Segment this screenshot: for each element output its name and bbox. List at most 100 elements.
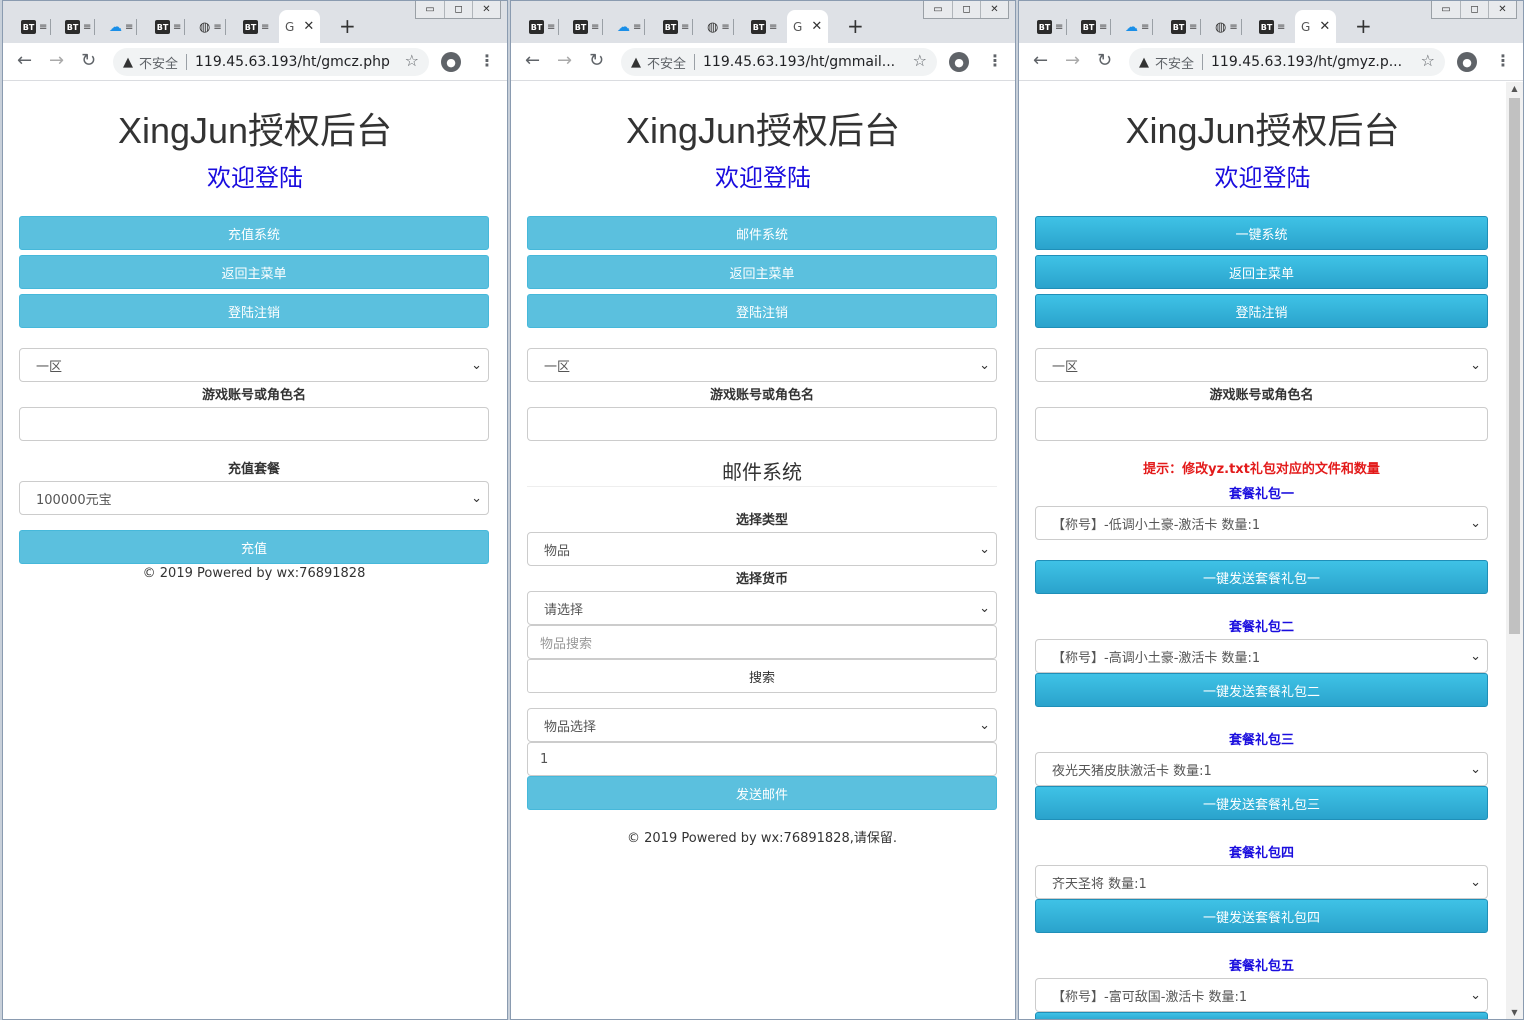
menu-icon[interactable]: ⋮ xyxy=(479,51,495,70)
tab-active[interactable]: G ✕ xyxy=(787,10,829,43)
maximize-icon[interactable]: ◻ xyxy=(444,1,472,18)
minimize-icon[interactable]: ▭ xyxy=(1432,1,1460,18)
server-select[interactable]: 一区 ⌄ xyxy=(19,348,489,382)
currency-select[interactable]: 请选择 ⌄ xyxy=(527,591,997,625)
send-mail-button[interactable]: 发送邮件 xyxy=(527,776,997,810)
menu-icon[interactable]: ⋮ xyxy=(987,51,1003,70)
recharge-button[interactable]: 充值 xyxy=(19,530,489,564)
quantity-input[interactable]: 1 xyxy=(527,742,997,776)
tab-bt-4[interactable]: BT ≡ xyxy=(751,15,777,39)
pack-select-5[interactable]: 【称号】-富可敌国-激活卡 数量:1 ⌄ xyxy=(1035,978,1488,1012)
logout-button[interactable]: 登陆注销 xyxy=(1035,294,1488,328)
tab-bt-1[interactable]: BT ≡ xyxy=(529,15,560,39)
close-icon[interactable]: ✕ xyxy=(1319,19,1330,34)
tab-active[interactable]: G ✕ xyxy=(1295,10,1337,43)
tab-globe[interactable]: ◍ ≡ xyxy=(1215,15,1242,39)
one-click-system-button[interactable]: 一键系统 xyxy=(1035,216,1488,250)
tab-cloud[interactable]: ☁ ≡ xyxy=(617,15,646,39)
scrollbar-thumb[interactable] xyxy=(1509,98,1520,634)
type-select[interactable]: 物品 ⌄ xyxy=(527,532,997,566)
window-close-icon[interactable]: ✕ xyxy=(980,1,1008,18)
new-tab-button[interactable]: + xyxy=(847,14,864,38)
reload-icon[interactable]: ↻ xyxy=(81,51,96,71)
forward-icon[interactable]: → xyxy=(49,51,64,71)
mail-system-button[interactable]: 邮件系统 xyxy=(527,216,997,250)
tab-bt-3[interactable]: BT ≡ xyxy=(663,15,694,39)
address-bar[interactable]: ▲ 不安全 119.45.63.193/ht/gmcz.php ☆ xyxy=(113,48,429,76)
back-icon[interactable]: ← xyxy=(1033,51,1048,71)
send-pack-1-button[interactable]: 一键发送套餐礼包一 xyxy=(1035,560,1488,594)
tab-bt-4[interactable]: BT ≡ xyxy=(243,15,269,39)
scroll-up-icon[interactable]: ▲ xyxy=(1506,84,1523,93)
profile-avatar[interactable]: ● xyxy=(1457,52,1477,72)
close-icon[interactable]: ✕ xyxy=(811,19,822,34)
back-icon[interactable]: ← xyxy=(17,51,32,71)
reload-icon[interactable]: ↻ xyxy=(1097,51,1112,71)
back-icon[interactable]: ← xyxy=(525,51,540,71)
scrollbar[interactable]: ▲ ▼ xyxy=(1506,82,1523,1019)
star-icon[interactable]: ☆ xyxy=(1421,51,1435,70)
profile-avatar[interactable]: ● xyxy=(441,52,461,72)
back-menu-button[interactable]: 返回主菜单 xyxy=(1035,255,1488,289)
url-text[interactable]: 119.45.63.193/ht/gmyz.p... xyxy=(1211,54,1402,70)
close-icon[interactable]: ✕ xyxy=(303,19,314,34)
minimize-icon[interactable]: ▭ xyxy=(924,1,952,18)
tab-globe[interactable]: ◍ ≡ xyxy=(199,15,226,39)
recharge-system-button[interactable]: 充值系统 xyxy=(19,216,489,250)
logout-button[interactable]: 登陆注销 xyxy=(527,294,997,328)
url-text[interactable]: 119.45.63.193/ht/gmcz.php xyxy=(195,54,390,70)
pack-select-4[interactable]: 齐天圣将 数量:1 ⌄ xyxy=(1035,865,1488,899)
send-pack-4-button[interactable]: 一键发送套餐礼包四 xyxy=(1035,899,1488,933)
send-pack-2-button[interactable]: 一键发送套餐礼包二 xyxy=(1035,673,1488,707)
profile-avatar[interactable]: ● xyxy=(949,52,969,72)
tab-bt-3[interactable]: BT ≡ xyxy=(1171,15,1202,39)
tab-bt-2[interactable]: BT ≡ xyxy=(573,15,604,39)
pack-select-2[interactable]: 【称号】-高调小土豪-激活卡 数量:1 ⌄ xyxy=(1035,639,1488,673)
minimize-icon[interactable]: ▭ xyxy=(416,1,444,18)
new-tab-button[interactable]: + xyxy=(1355,14,1372,38)
tab-cloud[interactable]: ☁ ≡ xyxy=(109,15,138,39)
account-input[interactable] xyxy=(19,407,489,441)
tab-active[interactable]: G ✕ xyxy=(279,10,321,43)
menu-icon[interactable]: ⋮ xyxy=(1495,51,1511,70)
address-bar[interactable]: ▲ 不安全 119.45.63.193/ht/gmyz.p... ☆ xyxy=(1129,48,1445,76)
server-select[interactable]: 一区 ⌄ xyxy=(1035,348,1488,382)
logout-button[interactable]: 登陆注销 xyxy=(19,294,489,328)
account-input[interactable] xyxy=(1035,407,1488,441)
star-icon[interactable]: ☆ xyxy=(913,51,927,70)
server-select[interactable]: 一区 ⌄ xyxy=(527,348,997,382)
tab-bt-1[interactable]: BT ≡ xyxy=(21,15,52,39)
tab-cloud[interactable]: ☁ ≡ xyxy=(1125,15,1154,39)
url-text[interactable]: 119.45.63.193/ht/gmmail... xyxy=(703,54,895,70)
tab-bt-1[interactable]: BT ≡ xyxy=(1037,15,1068,39)
back-menu-button[interactable]: 返回主菜单 xyxy=(19,255,489,289)
maximize-icon[interactable]: ◻ xyxy=(952,1,980,18)
tab-bt-2[interactable]: BT ≡ xyxy=(65,15,96,39)
tab-bar: BT ≡ BT ≡ ☁ ≡ BT ≡ ◍ ≡ BT ≡ G ✕ + ▭ ◻ ✕ xyxy=(3,1,507,43)
item-select[interactable]: 物品选择 ⌄ xyxy=(527,708,997,742)
back-menu-button[interactable]: 返回主菜单 xyxy=(527,255,997,289)
bt-icon: BT xyxy=(1081,20,1096,34)
pack-select-3[interactable]: 夜光天猪皮肤激活卡 数量:1 ⌄ xyxy=(1035,752,1488,786)
tab-bt-4[interactable]: BT ≡ xyxy=(1259,15,1285,39)
send-pack-3-button[interactable]: 一键发送套餐礼包三 xyxy=(1035,786,1488,820)
pack-select-1[interactable]: 【称号】-低调小土豪-激活卡 数量:1 ⌄ xyxy=(1035,506,1488,540)
scroll-down-icon[interactable]: ▼ xyxy=(1506,1008,1523,1017)
new-tab-button[interactable]: + xyxy=(339,14,356,38)
forward-icon[interactable]: → xyxy=(557,51,572,71)
star-icon[interactable]: ☆ xyxy=(405,51,419,70)
window-close-icon[interactable]: ✕ xyxy=(1488,1,1516,18)
account-input[interactable] xyxy=(527,407,997,441)
maximize-icon[interactable]: ◻ xyxy=(1460,1,1488,18)
address-bar[interactable]: ▲ 不安全 119.45.63.193/ht/gmmail... ☆ xyxy=(621,48,937,76)
item-search-input[interactable]: 物品搜索 xyxy=(527,625,997,659)
forward-icon[interactable]: → xyxy=(1065,51,1080,71)
window-close-icon[interactable]: ✕ xyxy=(472,1,500,18)
tab-bt-3[interactable]: BT ≡ xyxy=(155,15,186,39)
search-button[interactable]: 搜索 xyxy=(527,659,997,693)
tab-bt-2[interactable]: BT ≡ xyxy=(1081,15,1112,39)
send-pack-5-button[interactable] xyxy=(1035,1012,1488,1019)
package-select[interactable]: 100000元宝 ⌄ xyxy=(19,481,489,515)
reload-icon[interactable]: ↻ xyxy=(589,51,604,71)
tab-globe[interactable]: ◍ ≡ xyxy=(707,15,734,39)
